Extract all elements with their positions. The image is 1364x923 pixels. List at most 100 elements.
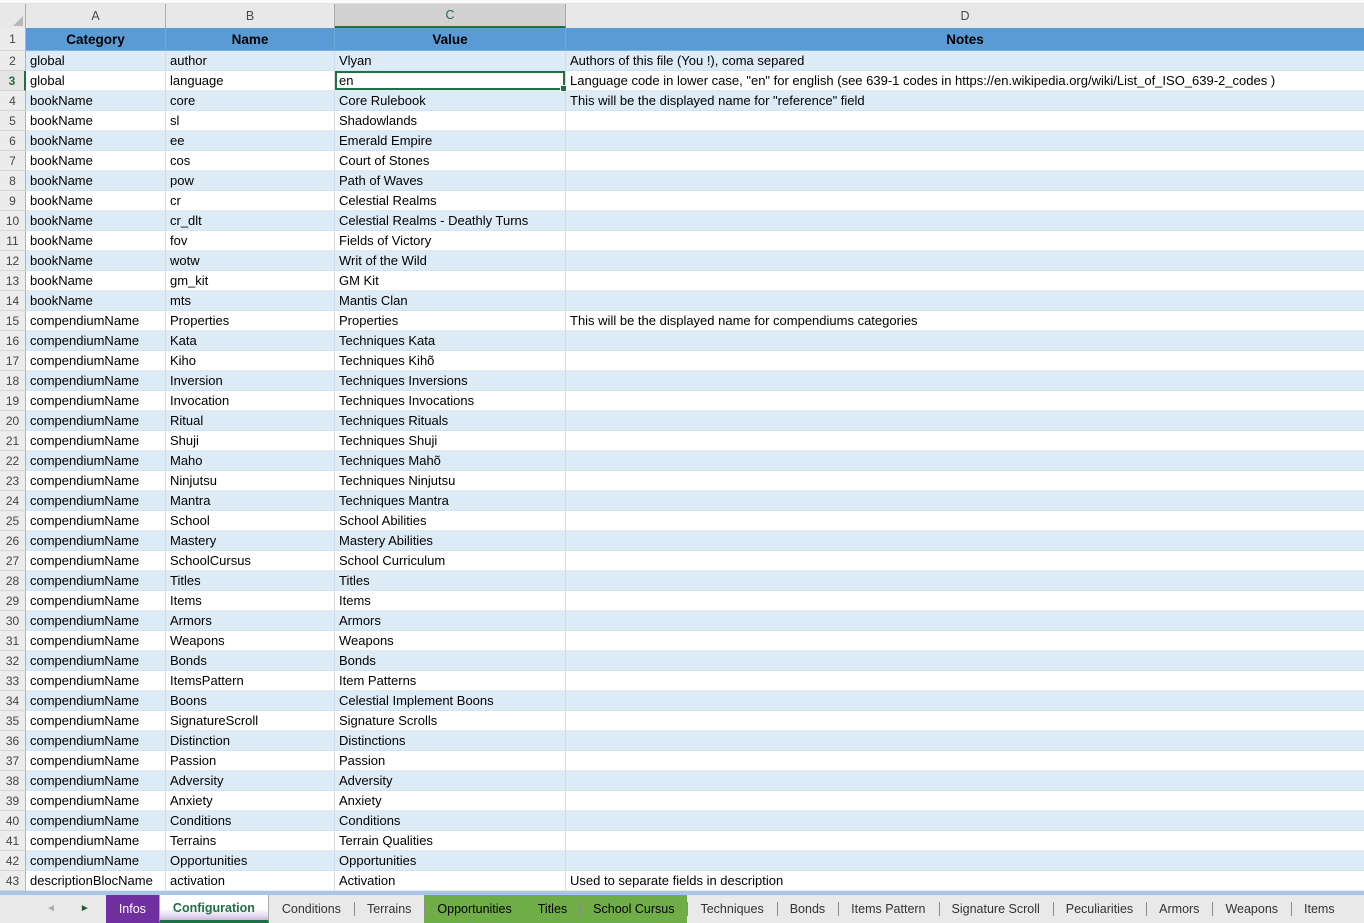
- row-number[interactable]: 32: [0, 651, 26, 671]
- cell-value[interactable]: Techniques Kihõ: [335, 351, 566, 371]
- cell-value[interactable]: Techniques Mantra: [335, 491, 566, 511]
- cell-name[interactable]: Titles: [166, 571, 335, 591]
- row-number[interactable]: 14: [0, 291, 26, 311]
- sheet-tab-conditions[interactable]: Conditions: [269, 895, 354, 923]
- cell-category[interactable]: compendiumName: [26, 791, 166, 811]
- cell-notes[interactable]: Language code in lower case, "en" for en…: [566, 71, 1364, 91]
- cell-category[interactable]: compendiumName: [26, 691, 166, 711]
- sheet-tab-weapons[interactable]: Weapons: [1212, 895, 1291, 923]
- cell-name[interactable]: language: [166, 71, 335, 91]
- cell-notes[interactable]: [566, 431, 1364, 451]
- cell-value[interactable]: Terrain Qualities: [335, 831, 566, 851]
- cell-category[interactable]: compendiumName: [26, 511, 166, 531]
- cell-name[interactable]: Weapons: [166, 631, 335, 651]
- row-number[interactable]: 18: [0, 371, 26, 391]
- cell-name[interactable]: Boons: [166, 691, 335, 711]
- cell-value[interactable]: Techniques Ninjutsu: [335, 471, 566, 491]
- cell-value[interactable]: Items: [335, 591, 566, 611]
- row-number[interactable]: 26: [0, 531, 26, 551]
- row-number[interactable]: 10: [0, 211, 26, 231]
- cell-category[interactable]: compendiumName: [26, 431, 166, 451]
- cell-notes[interactable]: [566, 771, 1364, 791]
- cell-name[interactable]: Kiho: [166, 351, 335, 371]
- cell-category[interactable]: compendiumName: [26, 571, 166, 591]
- cell-name[interactable]: School: [166, 511, 335, 531]
- cell-name[interactable]: pow: [166, 171, 335, 191]
- sheet-tab-titles[interactable]: Titles: [525, 895, 580, 923]
- cell-notes[interactable]: [566, 711, 1364, 731]
- cell-name[interactable]: Invocation: [166, 391, 335, 411]
- cell-notes[interactable]: [566, 191, 1364, 211]
- cell-name[interactable]: Items: [166, 591, 335, 611]
- cell-value[interactable]: Mantis Clan: [335, 291, 566, 311]
- cell-value[interactable]: Mastery Abilities: [335, 531, 566, 551]
- cell-notes[interactable]: [566, 811, 1364, 831]
- cell-notes[interactable]: [566, 611, 1364, 631]
- row-number[interactable]: 31: [0, 631, 26, 651]
- cell-name[interactable]: Maho: [166, 451, 335, 471]
- row-number[interactable]: 27: [0, 551, 26, 571]
- cell-notes[interactable]: [566, 671, 1364, 691]
- row-number[interactable]: 15: [0, 311, 26, 331]
- cell-value[interactable]: Weapons: [335, 631, 566, 651]
- cell-category[interactable]: compendiumName: [26, 311, 166, 331]
- row-number[interactable]: 30: [0, 611, 26, 631]
- cell-notes[interactable]: [566, 331, 1364, 351]
- row-number[interactable]: 39: [0, 791, 26, 811]
- cell-value[interactable]: Properties: [335, 311, 566, 331]
- cell-notes[interactable]: Used to separate fields in description: [566, 871, 1364, 891]
- cell-name[interactable]: Bonds: [166, 651, 335, 671]
- sheet-tab-items[interactable]: Items: [1291, 895, 1348, 923]
- cell-value[interactable]: Item Patterns: [335, 671, 566, 691]
- cell-category[interactable]: compendiumName: [26, 671, 166, 691]
- row-number[interactable]: 5: [0, 111, 26, 131]
- cell-value[interactable]: Passion: [335, 751, 566, 771]
- row-number[interactable]: 38: [0, 771, 26, 791]
- cell-name[interactable]: Distinction: [166, 731, 335, 751]
- row-number[interactable]: 4: [0, 91, 26, 111]
- cell-category[interactable]: compendiumName: [26, 351, 166, 371]
- cell-notes[interactable]: [566, 271, 1364, 291]
- row-number[interactable]: 29: [0, 591, 26, 611]
- cell-name[interactable]: Ritual: [166, 411, 335, 431]
- cell-value[interactable]: Techniques Invocations: [335, 391, 566, 411]
- cell-name[interactable]: Kata: [166, 331, 335, 351]
- row-number[interactable]: 17: [0, 351, 26, 371]
- cell-notes[interactable]: [566, 471, 1364, 491]
- row-number[interactable]: 16: [0, 331, 26, 351]
- cell-value[interactable]: School Curriculum: [335, 551, 566, 571]
- cell-value[interactable]: en: [335, 71, 566, 91]
- cell-notes[interactable]: [566, 451, 1364, 471]
- cell-category[interactable]: compendiumName: [26, 391, 166, 411]
- cell-value[interactable]: Techniques Inversions: [335, 371, 566, 391]
- cell-name[interactable]: cr_dlt: [166, 211, 335, 231]
- cell-notes[interactable]: This will be the displayed name for "ref…: [566, 91, 1364, 111]
- row-number[interactable]: 42: [0, 851, 26, 871]
- cell-value[interactable]: Celestial Realms - Deathly Turns: [335, 211, 566, 231]
- row-number[interactable]: 35: [0, 711, 26, 731]
- cell-notes[interactable]: [566, 411, 1364, 431]
- header-cell-notes[interactable]: Notes: [566, 28, 1364, 51]
- row-number[interactable]: 24: [0, 491, 26, 511]
- cell-category[interactable]: bookName: [26, 131, 166, 151]
- cell-name[interactable]: fov: [166, 231, 335, 251]
- cell-value[interactable]: Techniques Shuji: [335, 431, 566, 451]
- cell-category[interactable]: bookName: [26, 111, 166, 131]
- row-number[interactable]: 8: [0, 171, 26, 191]
- cell-value[interactable]: Activation: [335, 871, 566, 891]
- cell-notes[interactable]: [566, 831, 1364, 851]
- cell-notes[interactable]: [566, 351, 1364, 371]
- cell-category[interactable]: bookName: [26, 271, 166, 291]
- header-cell-value[interactable]: Value: [335, 28, 566, 51]
- cell-name[interactable]: Conditions: [166, 811, 335, 831]
- cell-name[interactable]: Mastery: [166, 531, 335, 551]
- row-number[interactable]: 40: [0, 811, 26, 831]
- cell-notes[interactable]: [566, 131, 1364, 151]
- cell-name[interactable]: ItemsPattern: [166, 671, 335, 691]
- cell-category[interactable]: global: [26, 71, 166, 91]
- cell-name[interactable]: mts: [166, 291, 335, 311]
- cell-value[interactable]: Opportunities: [335, 851, 566, 871]
- column-header-b[interactable]: B: [166, 4, 335, 28]
- cell-value[interactable]: Bonds: [335, 651, 566, 671]
- row-number[interactable]: 12: [0, 251, 26, 271]
